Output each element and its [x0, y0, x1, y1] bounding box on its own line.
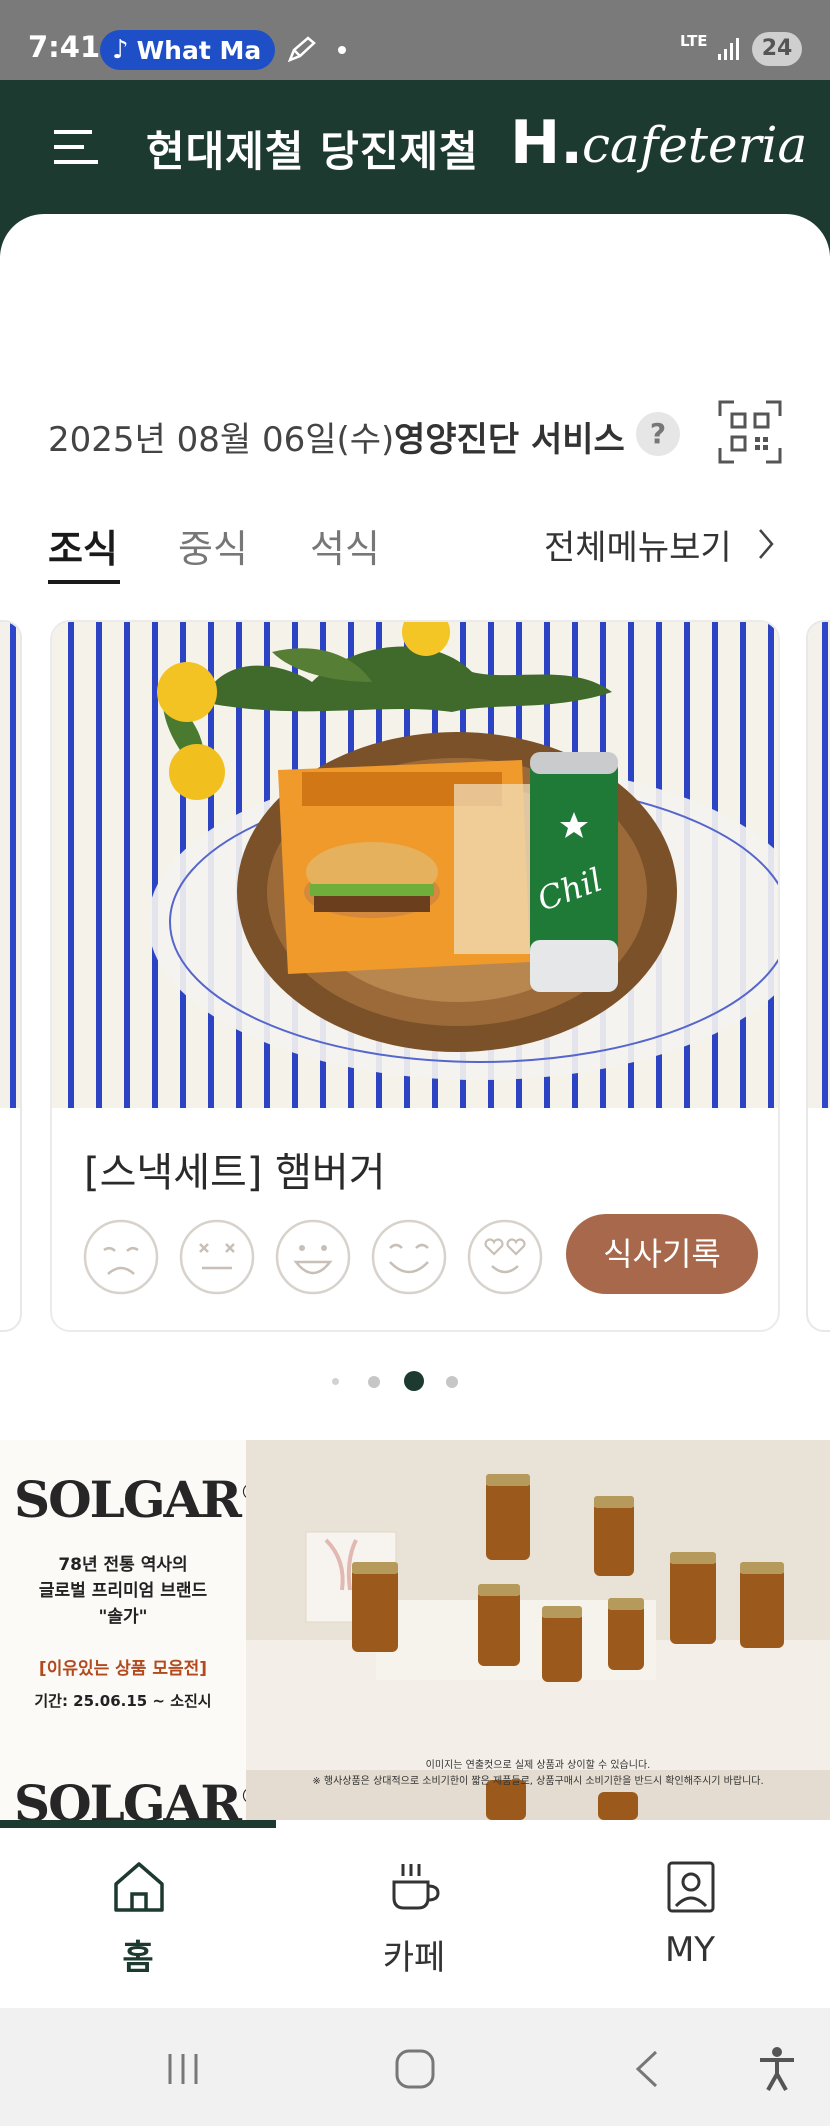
tab-breakfast[interactable]: 조식 [48, 518, 118, 573]
banner-text-panel: SOLGAR® 78년 전통 역사의 글로벌 프리미엄 브랜드 "솔가" [이유… [0, 1440, 262, 1820]
header-title: 현대제철 당진제철 [146, 127, 479, 176]
back-icon[interactable] [624, 2044, 674, 2094]
promo-banner[interactable]: SOLGAR® 78년 전통 역사의 글로벌 프리미엄 브랜드 "솔가" [이유… [0, 1440, 830, 1820]
banner-period: 기간: 25.06.15 ~ 소진시 [34, 1692, 212, 1710]
banner-line-1: 78년 전통 역사의 [58, 1555, 188, 1575]
signal-icon [718, 38, 739, 60]
music-note-icon: ♪ [112, 35, 129, 65]
heart-eyes-face-icon[interactable] [466, 1218, 544, 1296]
hamburger-menu-icon[interactable] [54, 128, 98, 166]
sad-face-icon[interactable] [82, 1218, 160, 1296]
brand-logo[interactable]: H. cafeteria [510, 108, 807, 178]
carousel-dot-active[interactable] [404, 1371, 424, 1391]
nav-my[interactable]: MY [552, 1828, 828, 2008]
nav-my-label: MY [664, 1930, 716, 1970]
media-playing-pill[interactable]: ♪ What Ma [100, 30, 275, 70]
system-navigation-bar [0, 2008, 830, 2126]
meal-record-button[interactable]: 식사기록 [566, 1214, 758, 1294]
nav-cafe-label: 카페 [382, 1938, 446, 1978]
banner-promo: [이유있는 상품 모음전] [38, 1659, 208, 1679]
grin-face-icon[interactable] [274, 1218, 352, 1296]
solgar-logo-repeat: SOLGAR® [14, 1774, 262, 1820]
network-type: LTE [680, 32, 708, 50]
bottom-navigation: 홈 카페 MY [0, 1828, 830, 2008]
menu-photo: Chil [52, 622, 778, 1108]
tab-lunch[interactable]: 중식 [178, 518, 248, 573]
smile-face-icon[interactable] [370, 1218, 448, 1296]
next-card-photo [808, 622, 830, 1108]
notification-dot [338, 46, 346, 54]
home-icon [114, 1862, 164, 1912]
accessibility-icon[interactable] [752, 2044, 802, 2094]
media-title: What Ma [136, 35, 262, 65]
menu-name: [스낵세트] 햄버거 [84, 1150, 386, 1196]
brand-logo-cafeteria: cafeteria [582, 116, 808, 174]
help-icon[interactable]: ? [636, 412, 680, 456]
banner-line-3: "솔가" [98, 1607, 148, 1627]
battery-indicator: 24 [752, 32, 802, 66]
nutrition-service-label[interactable]: 영양진단 서비스 [394, 412, 625, 461]
nav-cafe[interactable]: 카페 [276, 1828, 552, 2008]
previous-card-photo [0, 622, 20, 1108]
tab-dinner[interactable]: 석식 [310, 518, 380, 573]
chevron-right-icon[interactable] [756, 526, 776, 562]
menu-card[interactable]: Chil [스낵세트] 햄버거 식사기록 [50, 620, 780, 1332]
active-tab-indicator [48, 580, 120, 584]
banner-line-2: 글로벌 프리미엄 브랜드 [38, 1581, 208, 1601]
solgar-logo: SOLGAR® [14, 1470, 262, 1529]
banner-disclaimer-2: ※ 행사상품은 상대적으로 소비기한이 짧은 제품들로, 상품구매시 소비기한을… [312, 1776, 764, 1787]
profile-icon [667, 1861, 715, 1913]
pen-icon [287, 36, 316, 63]
status-time: 7:41 [28, 30, 101, 64]
dizzy-face-icon[interactable] [178, 1218, 256, 1296]
carousel-dot-4[interactable] [446, 1376, 458, 1388]
menu-date[interactable]: 2025년 08월 06일(수) [48, 412, 394, 461]
home-button-icon[interactable] [390, 2044, 440, 2094]
full-menu-link[interactable]: 전체메뉴보기 [544, 520, 732, 569]
recent-apps-icon[interactable] [158, 2044, 208, 2094]
nav-home-label: 홈 [122, 1938, 154, 1978]
carousel-card-previous[interactable] [0, 620, 22, 1332]
qr-scan-icon[interactable] [716, 398, 784, 466]
nav-home[interactable]: 홈 [0, 1828, 276, 2008]
brand-logo-h: H. [510, 108, 584, 178]
status-bar: 7:41 ♪ What Ma LTE 24 [0, 0, 830, 80]
carousel-dot-1[interactable] [332, 1378, 339, 1385]
coffee-cup-icon [392, 1864, 440, 1910]
carousel-card-next[interactable] [806, 620, 830, 1332]
carousel-dot-2[interactable] [368, 1376, 380, 1388]
app-screen: 7:41 ♪ What Ma LTE 24 현대제철 당진제철 H. cafet… [0, 0, 830, 2126]
banner-disclaimer-1: 이미지는 연출컷으로 실제 상품과 상이할 수 있습니다. [425, 1760, 651, 1771]
banner-progress-bar [0, 1820, 276, 1828]
